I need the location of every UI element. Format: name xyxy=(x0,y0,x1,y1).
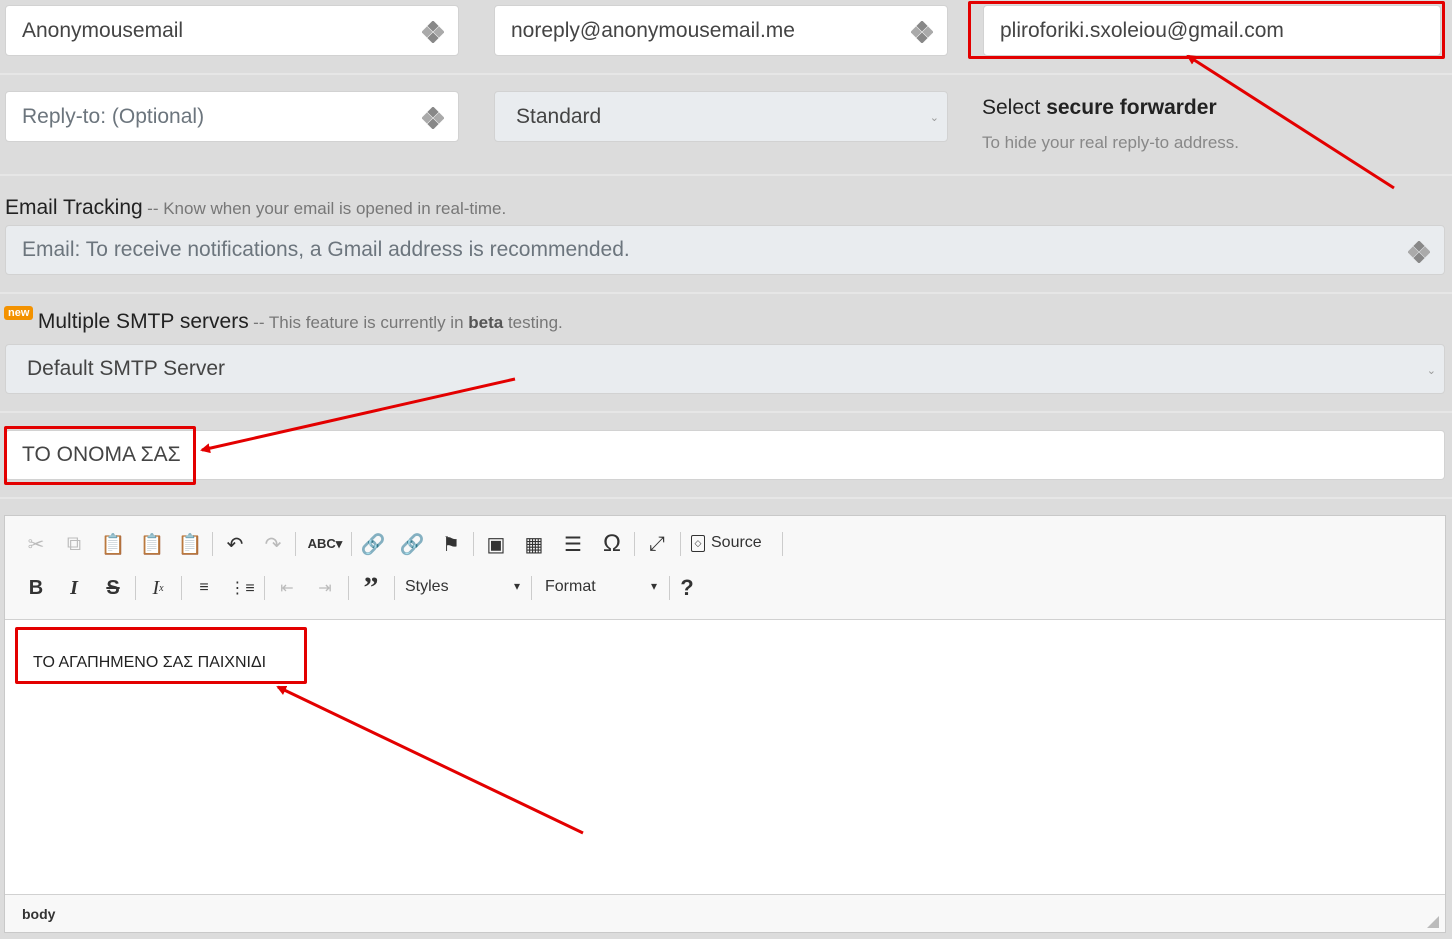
paste-icon[interactable]: 📋 xyxy=(99,530,127,558)
table-icon[interactable]: ▦ xyxy=(520,530,548,558)
link-icon[interactable]: 🔗 xyxy=(359,530,387,558)
chevron-down-icon: ⌄ xyxy=(929,112,939,124)
copy-icon[interactable]: ⧉ xyxy=(60,530,88,558)
source-button[interactable]: ◇ Source xyxy=(691,534,762,552)
forwarder-label-bold: secure forwarder xyxy=(1046,96,1217,119)
remove-format-icon[interactable]: Ix xyxy=(144,574,172,602)
forwarder-label-prefix: Select xyxy=(982,96,1047,119)
reply-to-input[interactable]: Reply-to: (Optional) xyxy=(5,91,459,142)
rich-text-editor: ✂ ⧉ 📋 📋 📋 ↶ ↷ ABC▾ 🔗 🔗 ⚑ ▣ ▦ ☰ Ω ⤢ ◇ Sou… xyxy=(4,515,1446,933)
password-manager-icon[interactable] xyxy=(422,21,444,43)
chevron-down-icon: ▾ xyxy=(650,579,657,593)
horizontal-line-icon[interactable]: ☰ xyxy=(559,530,587,558)
toolbar-separator xyxy=(680,532,681,556)
toolbar-separator xyxy=(181,576,182,600)
bold-icon[interactable]: B xyxy=(22,574,50,602)
smtp-subtitle-suffix: testing. xyxy=(503,313,563,332)
styles-label: Styles xyxy=(405,578,449,595)
anchor-flag-icon[interactable]: ⚑ xyxy=(437,530,465,558)
italic-icon[interactable]: I xyxy=(60,574,88,602)
toolbar-separator xyxy=(348,576,349,600)
spellcheck-icon[interactable]: ABC▾ xyxy=(305,530,345,558)
editor-statusbar: body xyxy=(5,894,1445,932)
increase-indent-icon[interactable]: ⇥ xyxy=(311,574,339,602)
help-icon[interactable]: ? xyxy=(673,574,701,602)
paste-text-icon[interactable]: 📋 xyxy=(138,530,166,558)
smtp-title: Multiple SMTP servers xyxy=(37,310,249,333)
toolbar-separator xyxy=(264,576,265,600)
subject-input[interactable]: ΤΟ ΟΝΟΜΑ ΣΑΣ xyxy=(5,430,1445,480)
forwarder-hint: To hide your real reply-to address. xyxy=(982,133,1240,152)
source-label: Source xyxy=(711,534,762,551)
forwarder-select[interactable]: Standard ⌄ xyxy=(494,91,948,142)
toolbar-separator xyxy=(473,532,474,556)
decrease-indent-icon[interactable]: ⇤ xyxy=(273,574,301,602)
help-label: ? xyxy=(680,575,694,600)
element-path[interactable]: body xyxy=(22,906,55,922)
row-divider xyxy=(0,497,1452,499)
password-manager-icon[interactable] xyxy=(422,107,444,129)
cut-icon[interactable]: ✂ xyxy=(22,530,50,558)
password-manager-icon[interactable] xyxy=(1408,241,1430,263)
image-icon[interactable]: ▣ xyxy=(482,530,510,558)
password-manager-icon[interactable] xyxy=(911,21,933,43)
forwarder-label: Select secure forwarder xyxy=(982,96,1217,120)
toolbar-separator xyxy=(135,576,136,600)
toolbar-separator xyxy=(531,576,532,600)
from-name-value: Anonymousemail xyxy=(22,18,184,42)
toolbar-separator xyxy=(351,532,352,556)
from-name-input[interactable]: Anonymousemail xyxy=(5,5,459,56)
tracking-email-input[interactable]: Email: To receive notifications, a Gmail… xyxy=(5,225,1445,275)
tracking-subtitle: -- Know when your email is opened in rea… xyxy=(147,199,507,218)
toolbar-separator xyxy=(669,576,670,600)
smtp-subtitle-prefix: -- This feature is currently in xyxy=(253,313,469,332)
tracking-heading: Email Tracking -- Know when your email i… xyxy=(5,196,506,220)
toolbar-separator xyxy=(212,532,213,556)
smtp-subtitle-bold: beta xyxy=(468,313,504,332)
new-badge: new xyxy=(4,306,34,320)
editor-toolbar: ✂ ⧉ 📋 📋 📋 ↶ ↷ ABC▾ 🔗 🔗 ⚑ ▣ ▦ ☰ Ω ⤢ ◇ Sou… xyxy=(5,516,1445,620)
paste-word-icon[interactable]: 📋 xyxy=(176,530,204,558)
smtp-server-selected: Default SMTP Server xyxy=(27,357,226,380)
forwarder-selected: Standard xyxy=(516,104,602,128)
from-email-input[interactable]: noreply@anonymousemail.me xyxy=(494,5,948,56)
blockquote-icon[interactable]: ” xyxy=(357,571,385,604)
tracking-placeholder: Email: To receive notifications, a Gmail… xyxy=(22,238,630,261)
format-dropdown[interactable]: Format ▾ xyxy=(545,578,657,596)
toolbar-separator xyxy=(394,576,395,600)
strikethrough-icon[interactable]: S xyxy=(99,574,127,602)
styles-dropdown[interactable]: Styles ▾ xyxy=(405,578,520,596)
maximize-icon[interactable]: ⤢ xyxy=(643,530,671,558)
redo-icon[interactable]: ↷ xyxy=(259,530,287,558)
smtp-server-select[interactable]: Default SMTP Server ⌄ xyxy=(5,344,1445,394)
chevron-down-icon: ⌄ xyxy=(1426,365,1436,377)
unlink-icon[interactable]: 🔗 xyxy=(398,530,426,558)
from-email-value: noreply@anonymousemail.me xyxy=(511,18,795,42)
source-icon: ◇ xyxy=(691,534,705,552)
row-divider xyxy=(0,174,1452,176)
bulleted-list-icon[interactable]: ⋮≡ xyxy=(228,574,256,602)
annotation-box-subject xyxy=(4,426,196,485)
row-divider xyxy=(0,292,1452,294)
format-label: Format xyxy=(545,578,596,595)
annotation-box-to-email xyxy=(968,1,1445,59)
annotation-box-body xyxy=(15,627,307,684)
row-divider xyxy=(0,73,1452,75)
toolbar-separator xyxy=(634,532,635,556)
tracking-title: Email Tracking xyxy=(5,196,143,219)
reply-to-placeholder: Reply-to: (Optional) xyxy=(22,104,205,128)
chevron-down-icon: ▾ xyxy=(513,579,520,593)
toolbar-separator xyxy=(295,532,296,556)
annotation-arrow-to-email xyxy=(1186,54,1395,190)
toolbar-separator xyxy=(782,532,783,556)
resize-handle-icon[interactable] xyxy=(1427,916,1439,928)
numbered-list-icon[interactable]: ≡ xyxy=(190,574,218,602)
undo-icon[interactable]: ↶ xyxy=(221,530,249,558)
special-char-omega-icon[interactable]: Ω xyxy=(598,530,626,558)
smtp-heading: new Multiple SMTP servers -- This featur… xyxy=(4,306,563,334)
row-divider xyxy=(0,411,1452,413)
